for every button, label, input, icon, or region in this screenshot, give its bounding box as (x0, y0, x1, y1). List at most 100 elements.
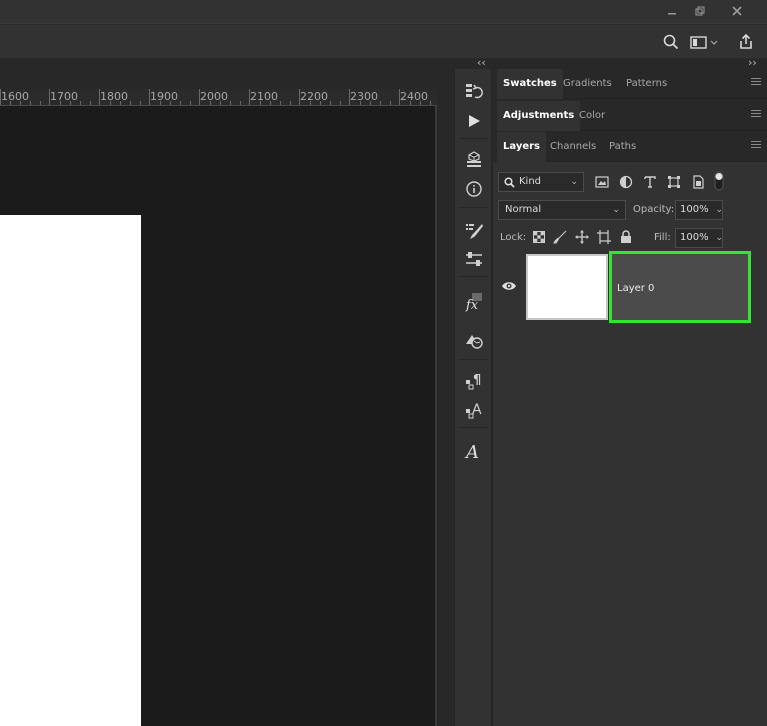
chevron-down-icon[interactable]: ⌄ (715, 201, 723, 219)
ruler-minor-tick (190, 101, 191, 105)
strip-separator (459, 207, 489, 208)
search-icon[interactable] (661, 32, 681, 52)
photoshop-window: 1600 1700 1800 1900 2000 2100 2200 2300 … (0, 0, 767, 726)
tab-adjustments[interactable]: Adjustments (497, 101, 581, 131)
search-icon (504, 177, 515, 188)
svg-text:A: A (472, 402, 482, 418)
clone-source-icon[interactable] (462, 329, 486, 353)
ruler-minor-tick (90, 101, 91, 105)
ruler-label: 1700 (50, 90, 78, 103)
ruler-label: 2100 (250, 90, 278, 103)
ruler-minor-tick (340, 101, 341, 105)
tab-layers[interactable]: Layers (497, 132, 546, 162)
ruler-minor-tick (20, 101, 21, 105)
svg-text:¶: ¶ (473, 373, 481, 388)
chevron-down-icon[interactable]: ⌄ (715, 229, 723, 247)
ruler-minor-tick (110, 101, 111, 105)
styles-fx-icon[interactable]: fx (462, 290, 486, 314)
ruler-minor-tick (380, 101, 381, 105)
lock-transparent-pixels-icon[interactable] (531, 229, 547, 245)
ruler-minor-tick (360, 101, 361, 105)
panel-menu-icon[interactable] (751, 78, 761, 88)
ruler-minor-tick (130, 101, 131, 105)
panel-menu-icon[interactable] (751, 110, 761, 120)
workspace-switcher-icon[interactable] (690, 32, 718, 52)
panels-dock: Swatches Gradients Patterns Adjustments … (493, 69, 767, 726)
title-bar (0, 0, 767, 24)
layer-filter-kind-select[interactable]: Kind ⌄ (498, 172, 584, 192)
vertical-scrollbar[interactable] (435, 106, 437, 726)
document-canvas[interactable] (0, 215, 141, 726)
ruler-minor-tick (120, 101, 121, 105)
ruler-minor-tick (40, 101, 41, 105)
brush-settings-icon[interactable] (462, 219, 486, 243)
ruler-label: 2400 (400, 90, 428, 103)
ruler-label: 2300 (350, 90, 378, 103)
collapse-left-icon[interactable]: ‹‹ (477, 56, 486, 69)
close-icon[interactable] (726, 2, 748, 20)
chevron-down-icon: ⌄ (570, 177, 578, 187)
ruler-minor-tick (180, 101, 181, 105)
strip-separator (459, 138, 489, 139)
properties-adjust-icon[interactable] (462, 247, 486, 271)
layer-thumbnail[interactable] (526, 254, 608, 320)
lock-all-icon[interactable] (618, 229, 634, 245)
lock-artboard-icon[interactable] (596, 229, 612, 245)
tab-paths[interactable]: Paths (603, 132, 642, 162)
type-layer-filter-icon[interactable] (642, 174, 658, 190)
smart-object-filter-icon[interactable] (690, 174, 706, 190)
tab-color[interactable]: Color (573, 101, 611, 131)
pixel-layer-filter-icon[interactable] (594, 174, 610, 190)
opacity-value: 100% (680, 204, 709, 215)
filter-toggle-icon[interactable] (713, 170, 725, 192)
ruler-minor-tick (30, 101, 31, 105)
fill-input[interactable]: 100% ⌄ (675, 228, 723, 248)
play-action-icon[interactable] (462, 109, 486, 133)
panel-menu-icon[interactable] (751, 141, 761, 151)
adjustment-layer-filter-icon[interactable] (618, 174, 634, 190)
blend-mode-select[interactable]: Normal ⌄ (498, 200, 626, 220)
collapse-right-icon[interactable]: ›› (748, 56, 757, 69)
ruler-label: 1800 (100, 90, 128, 103)
share-icon[interactable] (736, 32, 756, 52)
shape-layer-filter-icon[interactable] (666, 174, 682, 190)
ruler-label: 2200 (300, 90, 328, 103)
character-styles-icon[interactable]: A (462, 398, 486, 422)
strip-separator (459, 427, 489, 428)
ruler-minor-tick (10, 101, 11, 105)
ruler-minor-tick (230, 101, 231, 105)
panel-collapse-row: ‹‹ ›› (437, 56, 767, 69)
lock-image-pixels-icon[interactable] (552, 229, 568, 245)
eye-icon[interactable] (501, 278, 517, 294)
ruler-minor-tick (430, 101, 431, 105)
canvas-workspace[interactable] (0, 106, 437, 726)
strip-separator (459, 359, 489, 360)
ruler-minor-tick (160, 101, 161, 105)
ruler-minor-tick (260, 101, 261, 105)
tab-swatches[interactable]: Swatches (497, 69, 563, 99)
restore-icon[interactable] (689, 2, 711, 20)
ruler-minor-tick (280, 101, 281, 105)
blend-mode-value: Normal (505, 204, 542, 215)
history-icon[interactable] (462, 80, 486, 104)
layer-row[interactable]: Layer 0 (493, 250, 757, 324)
minimize-icon[interactable] (661, 2, 683, 20)
ruler-minor-tick (140, 101, 141, 105)
tab-channels[interactable]: Channels (544, 132, 602, 162)
layers-panel: Kind ⌄ Normal ⌄ Opacity: 100% ⌄ Lock: Fi… (493, 162, 767, 726)
layer-name: Layer 0 (617, 283, 655, 294)
tab-gradients[interactable]: Gradients (557, 69, 618, 99)
swatches-panel-tabs: Swatches Gradients Patterns (493, 69, 767, 99)
layer-name-box[interactable]: Layer 0 (609, 251, 751, 323)
ruler-minor-tick (220, 101, 221, 105)
ruler-minor-tick (290, 101, 291, 105)
paragraph-styles-icon[interactable]: ¶ (462, 369, 486, 393)
ruler-minor-tick (330, 101, 331, 105)
layers-panel-tabs: Layers Channels Paths (493, 132, 767, 162)
glyphs-icon[interactable]: A (462, 439, 486, 463)
info-icon[interactable] (462, 177, 486, 201)
tab-patterns[interactable]: Patterns (620, 69, 673, 99)
3d-icon[interactable] (462, 148, 486, 172)
opacity-input[interactable]: 100% ⌄ (675, 200, 723, 220)
lock-position-icon[interactable] (574, 229, 590, 245)
